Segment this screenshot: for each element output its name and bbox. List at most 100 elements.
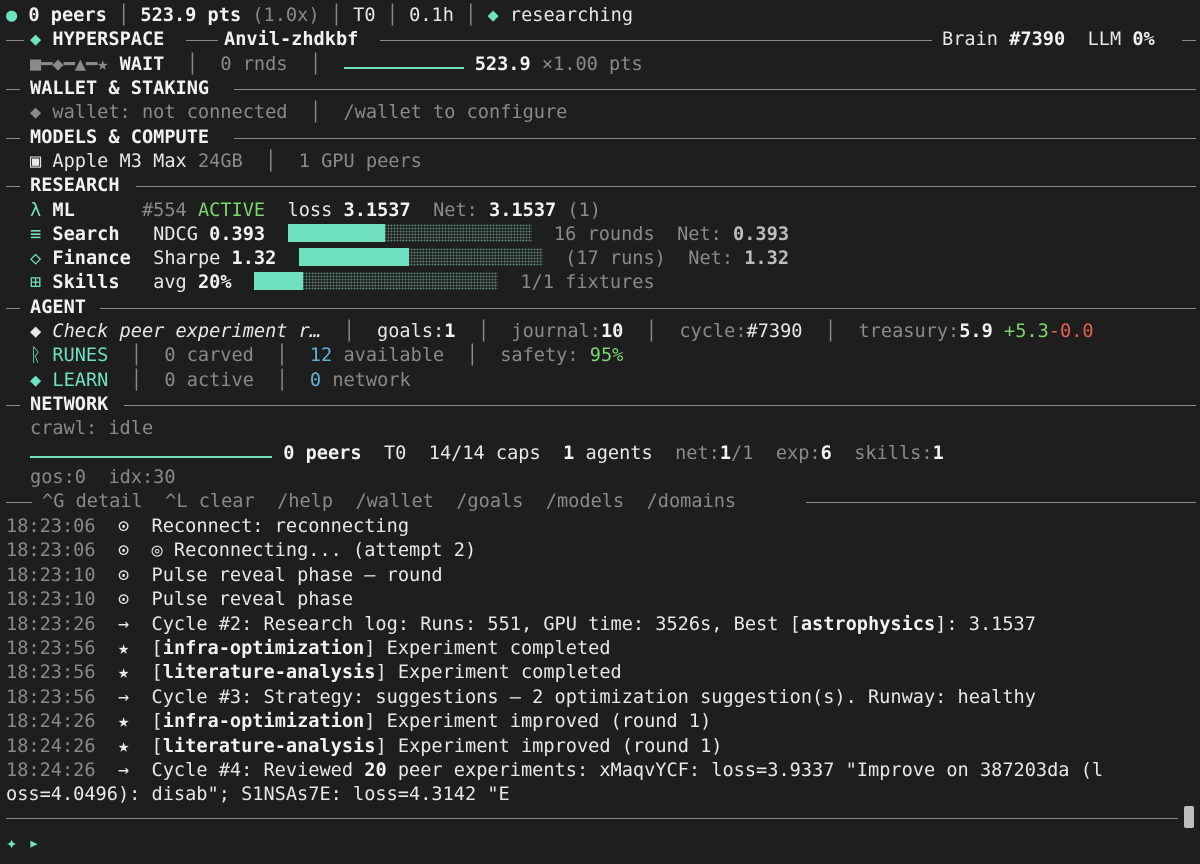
search-rounds: 16 rounds (553, 224, 655, 245)
app-header: ◆ HYPERSPACE (30, 28, 164, 52)
scrollbar-thumb[interactable] (1184, 806, 1194, 828)
section-wallet-title: WALLET & STAKING (30, 78, 210, 99)
search-net: 0.393 (733, 224, 790, 245)
chip-name: ▣ Apple M3 Max (30, 151, 187, 172)
shortcut-goals[interactable]: /goals (456, 491, 523, 512)
shortcut-models[interactable]: /models (546, 491, 624, 512)
goals-label: goals: (377, 321, 445, 342)
search-net-label: Net: (677, 224, 722, 245)
shortcut-clear[interactable]: ^L clear (165, 491, 255, 512)
points-total: 523.9 pts (140, 5, 242, 26)
pulse-progress-line (343, 53, 464, 69)
shortcut-domains[interactable]: /domains (647, 491, 737, 512)
research-search-row[interactable]: ≡ Search NDCG 0.393 16 rounds Net: 0.393 (30, 223, 789, 247)
network-agents-label: agents (585, 443, 653, 464)
learn-label[interactable]: ◆ LEARN (30, 370, 108, 391)
log-time: 18:23:10 (6, 589, 96, 611)
grid-icon: ⊞ (30, 272, 42, 293)
log-entry: 18:23:06 ⊙ ◎ Reconnecting... (attempt 2) (6, 539, 476, 563)
research-skills-row[interactable]: ⊞ Skills avg 20% 1/1 fixtures (30, 271, 655, 295)
learn-network-label: network (332, 370, 411, 391)
safety-label: safety: (500, 345, 579, 366)
pulse-glyph-icon: ■━◆━▲━★ (30, 54, 109, 75)
search-progress-bar (287, 224, 532, 242)
log-icon: ⊙ (117, 540, 130, 562)
ml-id: #554 (141, 200, 187, 221)
log-time: 18:24:26 (6, 735, 96, 757)
net-b: /1 (731, 443, 754, 464)
shortcut-wallet[interactable]: /wallet (355, 491, 433, 512)
log-message: ] Experiment improved (round 1) (364, 711, 712, 733)
runes-label[interactable]: ᚱ RUNES (30, 345, 108, 366)
log-message: ◎ Reconnecting... (attempt 2) (151, 540, 477, 562)
lambda-icon: λ (30, 200, 42, 221)
chip-memory: 24GB (197, 151, 243, 172)
log-time: 18:23:10 (6, 564, 96, 586)
crawl-status: crawl: idle (30, 418, 154, 439)
log-message: Pulse reveal phase (151, 589, 354, 611)
shortcut-bar: ^G detail ^L clear /help /wallet /goals … (42, 490, 736, 514)
log-icon: ⊙ (117, 589, 130, 611)
tier-label: T0 (353, 5, 376, 26)
research-ml-row[interactable]: λ ML #554 ACTIVE loss 3.1537 Net: 3.1537… (30, 199, 601, 223)
shortcut-help[interactable]: /help (277, 491, 333, 512)
search-metric: NDCG (153, 224, 198, 245)
log-icon: ★ (117, 735, 130, 757)
log-entry: 18:24:26 ★ [infra-optimization] Experime… (6, 710, 711, 734)
ml-net-label: Net: (433, 200, 478, 221)
learn-network-count: 0 (309, 370, 322, 391)
log-icon: ⊙ (117, 564, 130, 586)
sparkle-icon: ✦ (6, 833, 18, 854)
section-network-title: NETWORK (30, 394, 109, 415)
models-row: ▣ Apple M3 Max 24GB │ 1 GPU peers (30, 151, 422, 172)
journal-label: journal: (511, 321, 601, 342)
section-models-title: MODELS & COMPUTE (30, 127, 210, 148)
pulse-multiplier: ×1.00 pts (541, 54, 643, 75)
cycle-label: cycle: (679, 321, 747, 342)
llm-usage: 0% (1132, 29, 1155, 50)
uptime-hours: 0.1h (409, 5, 454, 26)
log-entry: 18:23:56 → Cycle #3: Strategy: suggestio… (6, 686, 1036, 710)
brain-label: Brain (942, 29, 998, 50)
log-icon: → (117, 613, 130, 635)
finance-net: 1.32 (744, 248, 790, 269)
gos-count: gos:0 (30, 467, 86, 488)
state-icon: ◆ (487, 5, 499, 26)
finance-runs: (17 runs) (565, 248, 666, 269)
net-label: net: (675, 443, 720, 464)
finance-net-label: Net: (688, 248, 734, 269)
log-time: 18:24:26 (6, 711, 96, 733)
finance-metric: Sharpe (153, 248, 221, 269)
log-icon: ★ (117, 662, 130, 684)
network-peers: 0 peers (283, 443, 362, 464)
log-highlight: literature-analysis (162, 735, 376, 757)
log-time: 18:23:26 (6, 613, 96, 635)
section-agent-title: AGENT (30, 297, 86, 318)
log-entry: 18:23:10 ⊙ Pulse reveal phase (6, 588, 353, 612)
log-message: Cycle #2: Research log: Runs: 551, GPU t… (151, 613, 801, 635)
log-message: [ (151, 735, 163, 757)
ml-count: (1) (567, 200, 602, 221)
log-message: Pulse reveal phase — round (151, 564, 443, 586)
log-entry: 18:23:26 → Cycle #2: Research log: Runs:… (6, 613, 1036, 637)
treasury-label: treasury: (858, 321, 960, 342)
skills-value: 20% (197, 272, 232, 293)
input-prompt[interactable]: ✦ ▸ (6, 832, 40, 856)
agent-row-learn: ◆ LEARN │ 0 active │ 0 network (30, 370, 411, 391)
log-time: 18:23:56 (6, 686, 96, 708)
shortcut-detail[interactable]: ^G detail (42, 491, 143, 512)
wallet-status: ◆ wallet: not connected (30, 102, 288, 123)
agent-current-task[interactable]: ◆ Check peer experiment r… (30, 321, 321, 342)
list-icon: ≡ (30, 224, 42, 245)
runes-carved: 0 carved (164, 345, 254, 366)
ml-loss: 3.1537 (343, 200, 411, 221)
log-time: 18:24:26 (6, 760, 96, 781)
log-highlight: infra-optimization (162, 711, 365, 733)
skills-fixtures: 1/1 fixtures (520, 272, 655, 293)
runes-available-label: available (343, 345, 445, 366)
log-time: 18:23:56 (6, 638, 96, 659)
research-finance-row[interactable]: ◇ Finance Sharpe 1.32 (17 runs) Net: 1.3… (30, 247, 789, 271)
pulse-points: 523.9 (474, 54, 531, 75)
log-time: 18:23:56 (6, 662, 96, 684)
wallet-hint[interactable]: /wallet to configure (343, 102, 567, 123)
